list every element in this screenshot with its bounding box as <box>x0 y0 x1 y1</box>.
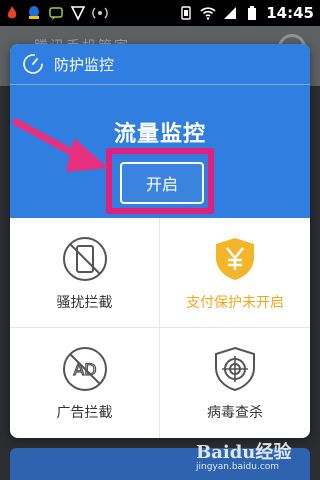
annotation-arrow-icon <box>12 118 108 172</box>
feature-virus-scan[interactable]: 病毒查杀 <box>160 328 310 438</box>
dialog-title: 防护监控 <box>54 55 115 74</box>
message-icon <box>49 7 63 20</box>
crosshair-shield-icon <box>215 346 255 392</box>
svg-text:AD: AD <box>73 360 96 379</box>
feature-label: 支付保护未开启 <box>186 295 284 311</box>
cellular-signal-icon <box>224 7 237 19</box>
watermark-logo: Baidu经验 <box>196 442 292 463</box>
wifi-icon <box>200 7 216 20</box>
baidu-watermark: Baidu经验 jingyan.baidu.com <box>196 438 316 478</box>
battery-icon <box>248 6 257 20</box>
feature-grid: 骚扰拦截 支付保护未开启 AD 广告拦截 病毒查杀 <box>10 218 310 438</box>
feature-label: 骚扰拦截 <box>56 295 113 311</box>
usb-icon <box>181 6 191 20</box>
feature-label: 广告拦截 <box>56 405 113 421</box>
status-bar: 14:45 <box>0 0 320 26</box>
flame-icon <box>7 6 17 19</box>
protection-monitor-dialog: 防护监控 流量监控 开启 骚扰拦截 支付保护未开启 AD 广告拦截 病毒查杀 <box>10 44 310 438</box>
highlight-box: 开启 <box>106 148 214 214</box>
ad-blocked-icon: AD <box>62 347 107 391</box>
feature-label: 病毒查杀 <box>207 405 263 421</box>
shield-icon <box>70 6 86 21</box>
feature-ad-block[interactable]: AD 广告拦截 <box>10 328 160 438</box>
feature-harassment-block[interactable]: 骚扰拦截 <box>10 218 160 328</box>
feature-payment-protection[interactable]: 支付保护未开启 <box>160 218 310 328</box>
dialog-title-bar: 防护监控 <box>10 44 310 85</box>
yen-shield-icon <box>216 238 254 280</box>
clock: 14:45 <box>266 4 314 22</box>
signal-antenna-icon <box>92 7 108 19</box>
gauge-icon <box>23 54 43 74</box>
qq-icon <box>29 6 39 19</box>
open-button[interactable]: 开启 <box>120 162 204 204</box>
phone-blocked-icon <box>62 237 107 281</box>
watermark-url: jingyan.baidu.com <box>196 462 280 472</box>
